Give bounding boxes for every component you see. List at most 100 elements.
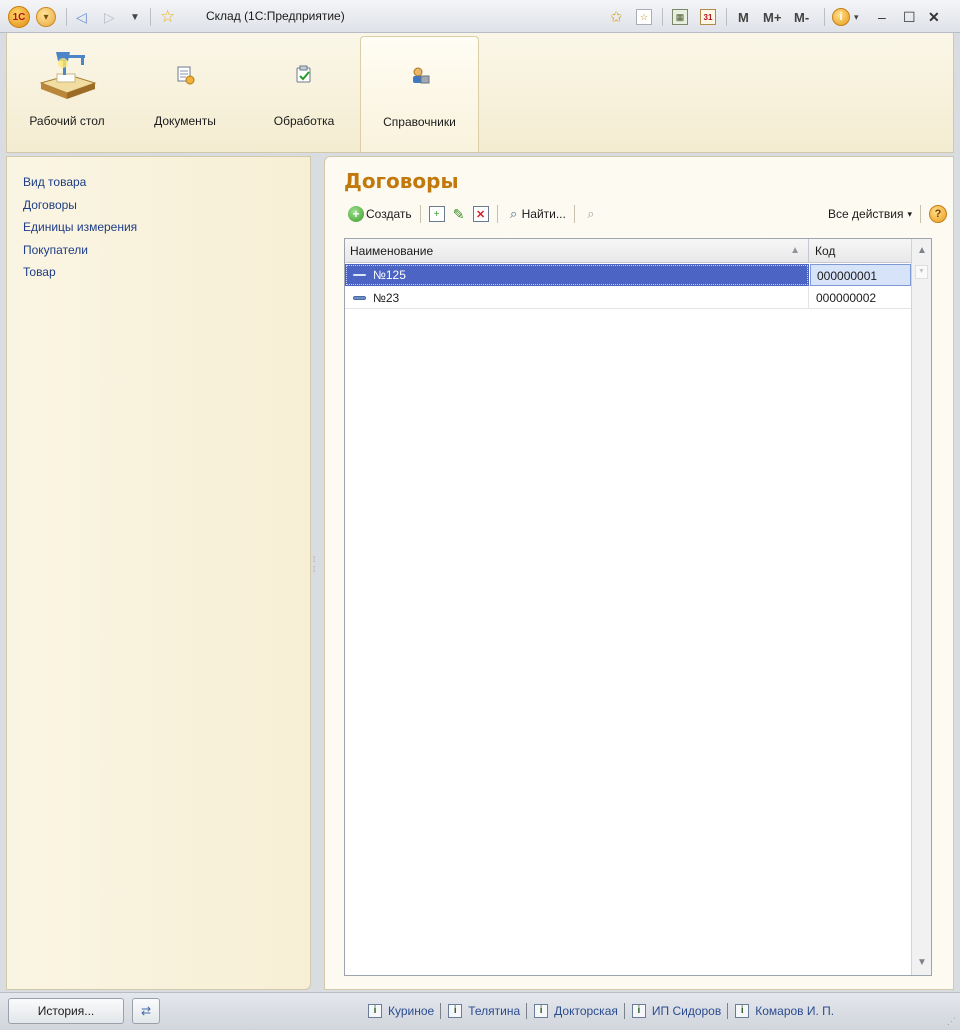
link-label: Комаров И. П.	[755, 1004, 835, 1018]
page-title: Договоры	[344, 169, 459, 193]
cancel-search-button[interactable]: ⌕	[580, 203, 602, 225]
link-label: Докторская	[554, 1004, 618, 1018]
sidebar-item-contracts[interactable]: Договоры	[7, 194, 137, 217]
info-item-icon: i	[448, 1004, 463, 1018]
sidebar-item-product-type[interactable]: Вид товара	[7, 171, 137, 194]
calendar-icon[interactable]: 31	[700, 9, 716, 25]
copy-document-icon: +	[428, 206, 445, 222]
command-separator	[920, 205, 921, 223]
section-catalogs[interactable]: Справочники	[360, 36, 479, 152]
toolbar-separator	[726, 8, 727, 26]
column-header-code[interactable]: Код	[810, 239, 911, 263]
column-name-label: Наименование	[350, 244, 434, 258]
link-separator	[526, 1003, 528, 1019]
history-dropdown-icon[interactable]: ▼	[130, 6, 140, 28]
toolbar-separator	[824, 8, 825, 26]
scroll-down-arrow-icon[interactable]: ▼	[912, 953, 932, 973]
network-icon[interactable]: ⇄	[132, 998, 160, 1024]
sidebar-item-customers[interactable]: Покупатели	[7, 239, 137, 262]
chevron-down-icon: ▾	[907, 208, 912, 219]
section-label: Справочники	[383, 115, 456, 129]
forward-arrow-icon[interactable]: ▷	[104, 6, 115, 28]
info-item-icon: i	[631, 1004, 646, 1018]
history-link-ip-sidorov[interactable]: i ИП Сидоров	[631, 1004, 722, 1018]
section-desktop[interactable]: Рабочий стол	[21, 33, 113, 151]
all-actions-menu[interactable]: Все действия ▾	[825, 203, 915, 225]
resize-grip-icon[interactable]: ⋰	[947, 1016, 956, 1027]
main-menu-button[interactable]: ▾	[36, 7, 56, 27]
history-link-doktorskaya[interactable]: i Докторская	[534, 1004, 618, 1018]
column-header-name[interactable]: Наименование ▲	[345, 239, 809, 263]
info-item-icon: i	[735, 1004, 750, 1018]
info-item-icon: i	[368, 1004, 382, 1018]
history-link-veal[interactable]: i Телятина	[448, 1004, 520, 1018]
back-arrow-icon[interactable]: ◁	[76, 6, 87, 28]
section-documents[interactable]: Документы	[135, 33, 235, 151]
delete-icon: ✕	[472, 206, 489, 222]
processing-icon	[296, 65, 311, 83]
memory-minus-button[interactable]: M-	[794, 6, 809, 28]
memory-plus-button[interactable]: M+	[763, 6, 781, 28]
desktop-lamp-icon	[39, 52, 97, 99]
info-dropdown-icon[interactable]: ▾	[854, 6, 859, 28]
create-label: Создать	[366, 207, 412, 221]
find-button[interactable]: ⌕ Найти...	[503, 203, 569, 225]
memory-m-button[interactable]: M	[738, 6, 749, 28]
vertical-scrollbar[interactable]: ▲ ▼ ▼	[911, 239, 931, 975]
link-label: ИП Сидоров	[651, 1004, 722, 1018]
copy-button[interactable]: +	[426, 203, 448, 225]
command-separator	[573, 205, 575, 223]
link-separator	[623, 1003, 625, 1019]
panel-splitter[interactable]: ⁞ ⁞	[313, 555, 319, 575]
cell-code[interactable]: 000000002	[810, 287, 911, 309]
calculator-icon[interactable]: ▦	[672, 9, 688, 25]
table-row[interactable]: №125 000000001	[345, 264, 911, 286]
command-separator	[496, 205, 498, 223]
history-links: i Куриное i Телятина i Докторская i ИП Сидор…	[368, 1003, 834, 1019]
pencil-icon: ✎	[452, 205, 465, 222]
table-header: Наименование ▲ Код	[345, 239, 911, 263]
cell-code[interactable]: 000000001	[810, 264, 911, 286]
cell-name[interactable]: №125	[345, 264, 809, 286]
sections-panel: Рабочий стол Документы Обработка Справоч…	[6, 33, 954, 153]
history-link-chicken[interactable]: i Куриное	[368, 1004, 434, 1018]
title-bar: 1С ▾ ◁ ▷ ▼ ☆ Склад (1С:Предприятие) ✩ ☆ …	[0, 0, 960, 33]
plus-circle-icon: +	[348, 206, 364, 222]
link-label: Куриное	[388, 1004, 435, 1018]
item-icon	[353, 296, 366, 300]
delete-mark-button[interactable]: ✕	[470, 203, 492, 225]
info-icon[interactable]: i	[832, 8, 850, 26]
scroll-up-arrow-icon[interactable]: ▲	[912, 241, 932, 261]
command-separator	[419, 205, 421, 223]
app-logo-icon[interactable]: 1С	[8, 6, 30, 28]
favorites-list-icon[interactable]: ☆	[636, 9, 652, 25]
window-title: Склад (1С:Предприятие)	[206, 9, 345, 23]
section-label: Рабочий стол	[29, 114, 105, 128]
minimize-icon[interactable]: –	[878, 6, 886, 28]
contracts-table[interactable]: Наименование ▲ Код №125 000000001 №23 00…	[344, 238, 932, 976]
magnifier-icon: ⌕	[509, 206, 518, 221]
sort-ascending-icon: ▲	[790, 245, 800, 256]
sidebar-item-goods[interactable]: Товар	[7, 261, 137, 284]
link-label: Телятина	[468, 1004, 521, 1018]
maximize-icon[interactable]: ☐	[903, 6, 916, 28]
help-icon: ?	[929, 205, 947, 223]
add-favorite-star-icon[interactable]: ✩	[610, 6, 623, 28]
favorites-star-icon[interactable]: ☆	[160, 6, 175, 28]
scroll-thumb[interactable]: ▼	[915, 265, 928, 279]
create-button[interactable]: + Создать	[345, 203, 415, 225]
table-row[interactable]: №23 000000002	[345, 287, 911, 309]
sidebar-item-units[interactable]: Единицы измерения	[7, 216, 137, 239]
history-link-komarov[interactable]: i Комаров И. П.	[735, 1004, 834, 1018]
section-processing[interactable]: Обработка	[259, 33, 349, 151]
history-button[interactable]: История...	[8, 998, 124, 1024]
catalogs-icon	[412, 67, 429, 84]
info-item-icon: i	[534, 1004, 549, 1018]
close-icon[interactable]: ✕	[928, 6, 940, 28]
help-button[interactable]: ?	[926, 203, 950, 225]
find-label: Найти...	[521, 207, 566, 221]
edit-button[interactable]: ✎	[448, 203, 470, 225]
status-bar: История... ⇄ i Куриное i Телятина i Докторс…	[0, 992, 960, 1030]
link-separator	[440, 1003, 442, 1019]
cell-name[interactable]: №23	[345, 287, 809, 309]
